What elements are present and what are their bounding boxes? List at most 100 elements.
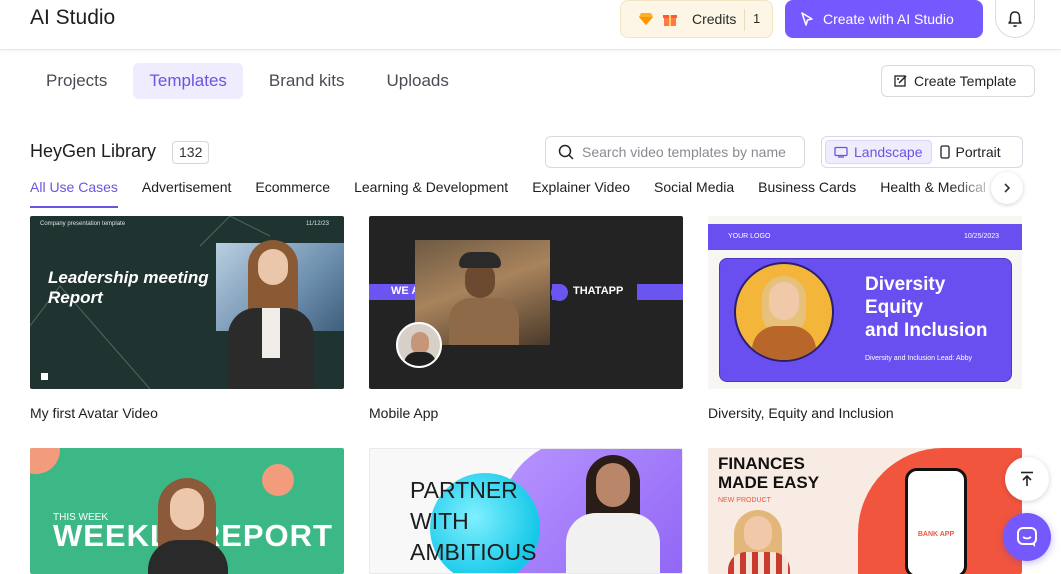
template-name: Diversity, Equity and Inclusion: [708, 405, 894, 421]
thumb-date-text: 10/25/2023: [964, 233, 1000, 240]
thumb-square: [41, 373, 48, 380]
thumb-small-right-text: 11/12/23: [306, 221, 329, 227]
thumb-purple-bar-right: [637, 284, 683, 300]
category-advertisement[interactable]: Advertisement: [142, 176, 255, 208]
chevron-right-icon: [1004, 183, 1011, 193]
library-title: HeyGen Library: [30, 141, 157, 161]
chat-icon: [1017, 527, 1037, 547]
thumb-avatar-body: [728, 552, 790, 574]
template-card[interactable]: THIS WEEK WEEKLY REPORT: [30, 448, 344, 574]
thumb-purple-dot: [551, 284, 568, 301]
template-card[interactable]: Company presentation template 11/12/23 L…: [30, 216, 344, 421]
thumb-line3: and Inclusion: [865, 320, 988, 341]
category-learning-development[interactable]: Learning & Development: [354, 176, 532, 208]
thumb-phone: [905, 468, 967, 574]
app-title: AI Studio: [30, 6, 116, 29]
template-search: [545, 136, 805, 168]
thumb-avatar-face: [258, 249, 288, 285]
thumb-person-beanie: [459, 252, 501, 268]
template-card[interactable]: WE ARE THATAPP Mobile App: [369, 216, 683, 421]
category-ecommerce[interactable]: Ecommerce: [255, 176, 354, 208]
thumb-line1: Diversity: [865, 274, 946, 295]
template-thumbnail[interactable]: PARTNER WITH AMBITIOUS: [369, 448, 683, 574]
edit-template-icon: [894, 75, 907, 87]
tab-brand-kits[interactable]: Brand kits: [253, 63, 361, 99]
thumb-line2: WITH: [410, 508, 469, 534]
orientation-toggle: Landscape Portrait: [821, 136, 1023, 168]
template-card[interactable]: YOUR LOGO 10/25/2023 Diversity Equity an…: [708, 216, 1022, 421]
category-explainer-video[interactable]: Explainer Video: [532, 176, 654, 208]
create-with-ai-studio-button[interactable]: Create with AI Studio: [785, 0, 983, 38]
thumb-line2: MADE EASY: [718, 473, 820, 492]
template-thumbnail[interactable]: FINANCES MADE EASY NEW PRODUCT BANK APP: [708, 448, 1022, 574]
diamond-icon: [638, 11, 654, 27]
search-icon: [558, 144, 574, 160]
thumb-circle-right: [262, 464, 294, 496]
landscape-icon: [834, 146, 848, 158]
portrait-label: Portrait: [955, 144, 1001, 160]
thumb-phone-text: BANK APP: [917, 531, 955, 538]
thumb-avatar-face: [769, 282, 799, 320]
template-thumbnail[interactable]: Company presentation template 11/12/23 L…: [30, 216, 344, 389]
thumb-logo-text: YOUR LOGO: [728, 233, 771, 240]
gift-icon: [662, 11, 678, 27]
thumb-avatar-body: [752, 326, 816, 360]
categories-next-button[interactable]: [991, 172, 1023, 204]
category-business-cards[interactable]: Business Cards: [758, 176, 880, 208]
thumb-avatar-circle: [396, 322, 442, 368]
scroll-to-top-button[interactable]: [1005, 457, 1049, 501]
template-name: Mobile App: [369, 405, 439, 421]
landscape-button[interactable]: Landscape: [825, 140, 932, 164]
template-thumbnail[interactable]: YOUR LOGO 10/25/2023 Diversity Equity an…: [708, 216, 1022, 389]
thumb-avatar-body: [148, 540, 228, 574]
top-header: AI Studio Credits 1 Create with AI Studi…: [0, 0, 1061, 50]
thumb-avatar-shirt: [262, 308, 280, 358]
category-all-use-cases[interactable]: All Use Cases: [30, 176, 142, 208]
library-count-badge: 132: [172, 141, 210, 164]
thumb-avatar-face: [170, 488, 204, 530]
thumb-person-body: [449, 298, 519, 345]
chat-support-button[interactable]: [1003, 513, 1051, 561]
thumb-circle-left: [30, 448, 60, 474]
thumb-subtitle: Diversity and Inclusion Lead: Abby: [865, 355, 973, 362]
thumb-small-text: NEW PRODUCT: [718, 497, 771, 504]
category-social-media[interactable]: Social Media: [654, 176, 758, 208]
thumb-line2: Equity: [865, 297, 924, 318]
thumb-right-text: THATAPP: [573, 285, 624, 297]
portrait-button[interactable]: Portrait: [932, 140, 1009, 164]
tab-uploads[interactable]: Uploads: [371, 63, 465, 99]
template-thumbnail[interactable]: THIS WEEK WEEKLY REPORT: [30, 448, 344, 574]
tab-templates[interactable]: Templates: [133, 63, 243, 99]
template-name: My first Avatar Video: [30, 405, 158, 421]
template-card[interactable]: PARTNER WITH AMBITIOUS: [369, 448, 683, 574]
notifications-button[interactable]: [995, 0, 1035, 38]
template-thumbnail[interactable]: WE ARE THATAPP: [369, 216, 683, 389]
thumb-line1: FINANCES: [718, 454, 805, 473]
thumb-avatar-face: [596, 463, 630, 507]
thumb-line3: AMBITIOUS: [410, 539, 537, 565]
use-case-categories: All Use Cases Advertisement Ecommerce Le…: [30, 176, 1020, 208]
main-tabs: Projects Templates Brand kits Uploads: [30, 63, 475, 99]
arrow-up-icon: [1021, 471, 1033, 486]
thumb-line1: PARTNER: [410, 477, 518, 503]
cursor-icon: [801, 12, 813, 26]
tab-projects[interactable]: Projects: [30, 63, 123, 99]
bell-icon: [1008, 10, 1022, 27]
create-template-button[interactable]: Create Template: [881, 65, 1035, 97]
thumb-small-left-text: Company presentation template: [40, 221, 126, 227]
thumb-avatar-face: [411, 332, 429, 354]
credits-button[interactable]: Credits 1: [620, 0, 773, 38]
thumb-avatar-body: [566, 513, 660, 573]
portrait-icon: [939, 145, 950, 159]
credits-count: 1: [753, 11, 761, 26]
thumb-title-line1: Leadership meeting: [48, 268, 209, 287]
thumb-avatar-shirt: [404, 352, 436, 366]
credits-divider: [744, 9, 745, 31]
thumb-avatar-circle: [734, 262, 834, 362]
thumb-title-line2: Report: [48, 288, 103, 307]
credits-label: Credits: [692, 11, 737, 27]
create-template-label: Create Template: [914, 73, 1017, 89]
template-card[interactable]: FINANCES MADE EASY NEW PRODUCT BANK APP: [708, 448, 1022, 574]
create-with-ai-studio-label: Create with AI Studio: [823, 11, 954, 27]
search-input[interactable]: [582, 144, 802, 160]
